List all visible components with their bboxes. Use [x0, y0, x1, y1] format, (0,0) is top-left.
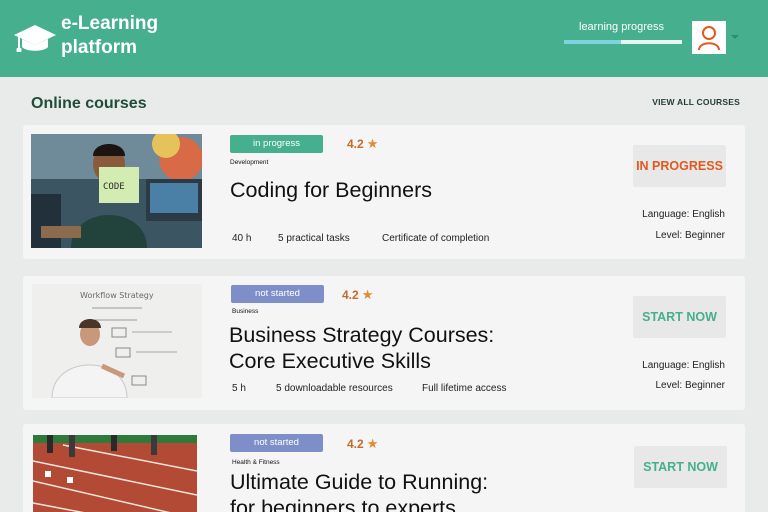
graduation-cap-icon	[14, 25, 56, 52]
course-thumbnail: CODE	[31, 134, 202, 248]
course-tasks: 5 practical tasks	[278, 233, 350, 244]
course-resources: 5 downloadable resources	[276, 383, 393, 394]
status-badge: not started	[231, 285, 324, 303]
chevron-down-icon[interactable]	[731, 35, 739, 39]
in-progress-button[interactable]: IN PROGRESS	[633, 145, 726, 187]
status-badge: in progress	[230, 135, 323, 153]
course-category: Business	[232, 308, 259, 315]
learning-progress-fill	[564, 40, 621, 44]
course-language: Language: English	[642, 360, 725, 371]
course-duration: 5 h	[232, 383, 246, 394]
course-thumbnail	[33, 435, 197, 512]
course-level: Level: Beginner	[655, 230, 726, 241]
learning-progress-label: learning progress	[579, 21, 664, 33]
course-rating: 4.2 ★	[347, 436, 379, 451]
course-thumbnail: Workflow Strategy	[32, 284, 202, 398]
course-rating: 4.2 ★	[342, 287, 374, 302]
course-access: Full lifetime access	[422, 383, 507, 394]
course-card[interactable]: Workflow Strategy not started 4.2 ★ Busin…	[23, 276, 745, 410]
star-icon: ★	[366, 136, 379, 151]
course-meta: 5 h 5 downloadable resources Full lifeti…	[232, 383, 532, 395]
svg-text:CODE: CODE	[103, 182, 125, 192]
brand-name[interactable]: e-Learning platform	[61, 12, 158, 60]
course-rating: 4.2 ★	[347, 136, 379, 151]
learning-progress-bar	[564, 40, 682, 44]
course-card[interactable]: not started 4.2 ★ Health & Fitness Ultima…	[23, 424, 745, 512]
star-icon: ★	[361, 287, 374, 302]
course-category: Health & Fitness	[232, 459, 280, 466]
app-header: e-Learning platform learning progress	[0, 0, 768, 77]
course-title[interactable]: Ultimate Guide to Running: for beginners…	[230, 469, 488, 512]
course-title[interactable]: Business Strategy Courses: Core Executiv…	[229, 322, 494, 374]
course-category: Development	[230, 159, 269, 166]
course-meta: 40 h 5 practical tasks Certificate of co…	[232, 233, 532, 245]
svg-text:Workflow Strategy: Workflow Strategy	[80, 291, 154, 300]
course-language: Language: English	[642, 209, 725, 220]
user-icon	[698, 26, 720, 51]
section-title: Online courses	[31, 95, 147, 112]
course-duration: 40 h	[232, 233, 252, 244]
start-now-button[interactable]: START NOW	[633, 296, 726, 338]
course-title[interactable]: Coding for Beginners	[230, 177, 432, 203]
user-avatar[interactable]	[692, 21, 726, 54]
star-icon: ★	[366, 436, 379, 451]
view-all-courses-link[interactable]: VIEW ALL COURSES	[652, 97, 740, 107]
course-card[interactable]: CODE in progress 4.2 ★ Development Coding…	[23, 125, 745, 259]
start-now-button[interactable]: START NOW	[634, 446, 727, 488]
course-certificate: Certificate of completion	[382, 233, 490, 244]
course-level: Level: Beginner	[655, 380, 726, 391]
status-badge: not started	[230, 434, 323, 452]
